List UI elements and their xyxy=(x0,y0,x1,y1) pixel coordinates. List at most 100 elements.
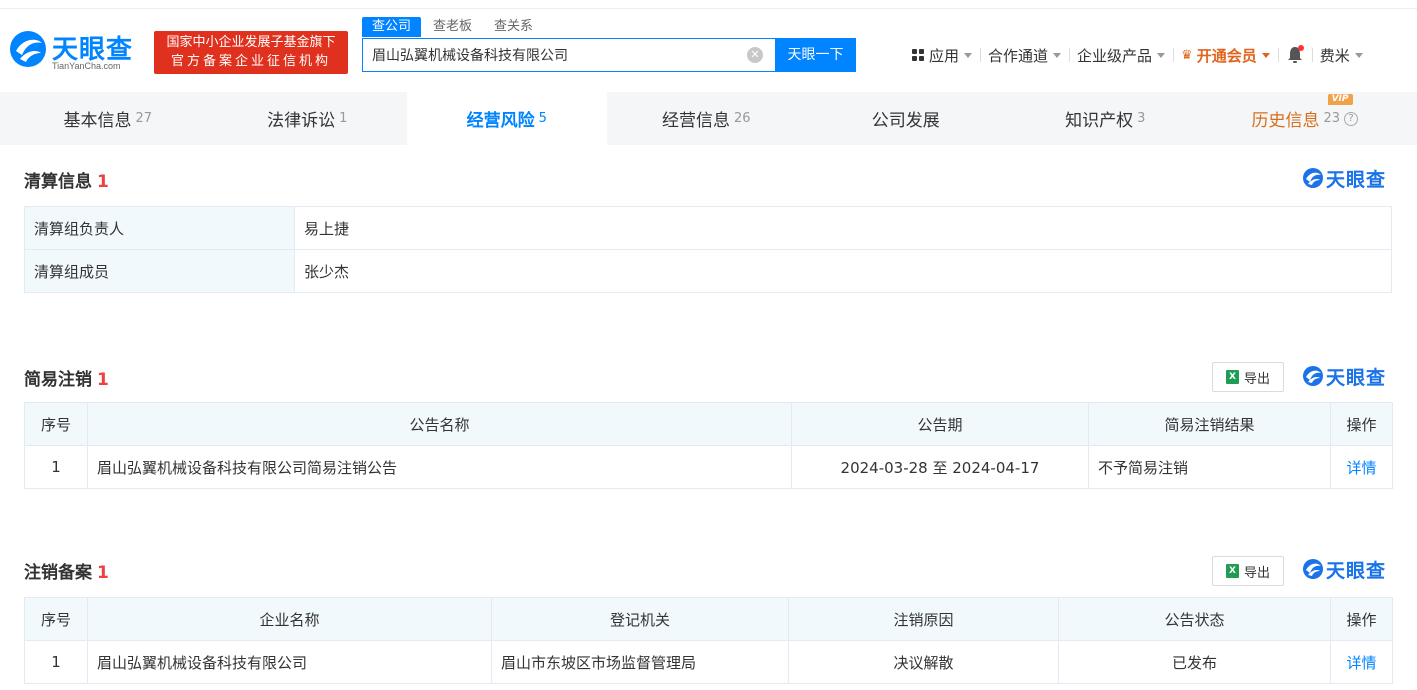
tab-label: 经营风险 xyxy=(466,111,535,131)
section-title-text: 注销备案 xyxy=(24,563,92,583)
col-header: 操作 xyxy=(1330,402,1393,446)
nav-enterprise[interactable]: 企业级产品 xyxy=(1069,43,1173,67)
table-header-row: 序号 公告名称 公告期 简易注销结果 操作 xyxy=(24,402,1393,446)
tab-label: 基本信息 xyxy=(63,111,132,131)
col-header: 登记机关 xyxy=(491,597,789,641)
tab-label: 历史信息 xyxy=(1251,111,1320,131)
col-header: 序号 xyxy=(24,597,88,641)
section-title-liquidation: 清算信息 1 xyxy=(24,167,109,192)
tab-count: 1 xyxy=(339,111,348,126)
cell-authority: 眉山市东坡区市场监督管理局 xyxy=(491,640,789,684)
search-box: ✕ xyxy=(362,38,775,72)
chevron-down-icon xyxy=(1261,52,1270,58)
nav-user[interactable]: 费米 xyxy=(1311,43,1371,67)
tab-label: 公司发展 xyxy=(871,111,940,131)
brand-text: 天眼查 xyxy=(1326,168,1387,191)
tianyancha-logo[interactable]: 天眼查 TianYanCha.com xyxy=(8,29,148,73)
nav-apps[interactable]: 应用 xyxy=(904,43,980,67)
brand-watermark: 天眼查 xyxy=(1302,364,1387,389)
excel-icon: X xyxy=(1225,564,1239,578)
nav-vip[interactable]: ♛ 开通会员 xyxy=(1173,43,1278,67)
cancel-record-table: 序号 企业名称 登记机关 注销原因 公告状态 操作 1 眉山弘翼机械设备科技有限… xyxy=(24,597,1393,684)
company-tabs: 基本信息 27 法律诉讼 1 经营风险 5 经营信息 26 公司发展 知识产权 … xyxy=(8,92,1405,145)
detail-link[interactable]: 详情 xyxy=(1330,640,1393,684)
logo-mark-icon xyxy=(10,31,46,67)
nav-channels-label: 合作通道 xyxy=(988,46,1049,65)
top-header: 天眼查 TianYanCha.com 国家中小企业发展子基金旗下 官方备案企业征… xyxy=(0,8,1417,92)
brand-logo-icon xyxy=(1303,168,1323,188)
search-input[interactable] xyxy=(363,39,775,71)
search-tab-company[interactable]: 查公司 xyxy=(362,17,422,37)
detail-link[interactable]: 详情 xyxy=(1330,445,1393,489)
nav-notifications[interactable] xyxy=(1277,43,1312,67)
col-header: 序号 xyxy=(24,402,88,446)
search-tab-boss[interactable]: 查老板 xyxy=(423,17,482,37)
tab-label: 知识产权 xyxy=(1065,111,1134,131)
search-button[interactable]: 天眼一下 xyxy=(775,38,856,72)
col-header: 公告期 xyxy=(791,402,1089,446)
tab-count: 3 xyxy=(1137,111,1146,126)
excel-icon: X xyxy=(1225,370,1239,384)
tab-legal[interactable]: 法律诉讼 1 xyxy=(208,92,408,145)
tab-development[interactable]: 公司发展 xyxy=(806,92,1006,145)
col-header: 公告名称 xyxy=(87,402,792,446)
table-header-row: 序号 企业名称 登记机关 注销原因 公告状态 操作 xyxy=(24,597,1393,641)
export-button[interactable]: X 导出 xyxy=(1212,362,1284,392)
cell-no: 1 xyxy=(24,445,88,489)
kv-key: 清算组成员 xyxy=(24,249,295,293)
gov-badge-line1: 国家中小企业发展子基金旗下 xyxy=(166,35,336,50)
col-header: 企业名称 xyxy=(87,597,492,641)
section-title-simple-cancel: 简易注销 1 xyxy=(24,365,109,390)
section-title-text: 简易注销 xyxy=(24,370,92,390)
chevron-down-icon xyxy=(1354,52,1363,58)
tab-count: 23 xyxy=(1323,111,1341,126)
clear-icon[interactable]: ✕ xyxy=(747,47,763,63)
kv-key: 清算组负责人 xyxy=(24,206,295,250)
cell-status: 已发布 xyxy=(1058,640,1331,684)
gov-badge-line2: 官方备案企业征信机构 xyxy=(170,54,331,69)
brand-text: 天眼查 xyxy=(1326,559,1387,582)
nav-apps-label: 应用 xyxy=(929,46,960,65)
logo-subtext: TianYanCha.com xyxy=(52,61,121,71)
tab-basic-info[interactable]: 基本信息 27 xyxy=(8,92,208,145)
vip-badge: VIP xyxy=(1327,94,1353,105)
cell-no: 1 xyxy=(24,640,88,684)
bell-icon xyxy=(1287,45,1304,63)
section-count: 1 xyxy=(97,370,109,390)
company-tabs-bar: 基本信息 27 法律诉讼 1 经营风险 5 经营信息 26 公司发展 知识产权 … xyxy=(0,92,1417,145)
tab-count: 26 xyxy=(733,111,751,126)
kv-value: 易上捷 xyxy=(294,206,1392,250)
nav-enterprise-label: 企业级产品 xyxy=(1077,46,1153,65)
section-count: 1 xyxy=(97,563,109,583)
export-label: 导出 xyxy=(1243,565,1270,581)
simple-cancel-table: 序号 公告名称 公告期 简易注销结果 操作 1 眉山弘翼机械设备科技有限公司简易… xyxy=(24,402,1393,489)
crown-icon: ♛ xyxy=(1181,47,1193,63)
tab-operating-info[interactable]: 经营信息 26 xyxy=(607,92,807,145)
export-button[interactable]: X 导出 xyxy=(1212,556,1284,586)
gov-badge: 国家中小企业发展子基金旗下 官方备案企业征信机构 xyxy=(154,31,348,74)
section-title-cancel-record: 注销备案 1 xyxy=(24,558,109,583)
tab-count: 5 xyxy=(538,111,547,126)
kv-value: 张少杰 xyxy=(294,249,1392,293)
brand-text: 天眼查 xyxy=(1326,366,1387,389)
col-header: 公告状态 xyxy=(1058,597,1331,641)
search-tab-relation[interactable]: 查关系 xyxy=(484,17,543,37)
tab-history[interactable]: VIP 历史信息 23 ? xyxy=(1205,92,1405,145)
table-row: 1 眉山弘翼机械设备科技有限公司简易注销公告 2024-03-28 至 2024… xyxy=(24,445,1393,489)
nav-channels[interactable]: 合作通道 xyxy=(980,43,1069,67)
section-count: 1 xyxy=(97,172,109,192)
tab-operating-risk[interactable]: 经营风险 5 xyxy=(407,92,607,145)
help-icon[interactable]: ? xyxy=(1344,111,1359,126)
nav-vip-label: 开通会员 xyxy=(1196,46,1257,65)
table-row: 1 眉山弘翼机械设备科技有限公司 眉山市东坡区市场监督管理局 决议解散 已发布 … xyxy=(24,640,1393,684)
cell-reason: 决议解散 xyxy=(788,640,1059,684)
brand-watermark: 天眼查 xyxy=(1302,166,1387,191)
col-header: 简易注销结果 xyxy=(1088,402,1331,446)
col-header: 操作 xyxy=(1330,597,1393,641)
col-header: 注销原因 xyxy=(788,597,1059,641)
chevron-down-icon xyxy=(964,52,973,58)
liquidation-table: 清算组负责人 易上捷 清算组成员 张少杰 xyxy=(24,206,1392,293)
cell-period: 2024-03-28 至 2024-04-17 xyxy=(791,445,1089,489)
tab-ip[interactable]: 知识产权 3 xyxy=(1006,92,1206,145)
tab-count: 27 xyxy=(135,111,153,126)
